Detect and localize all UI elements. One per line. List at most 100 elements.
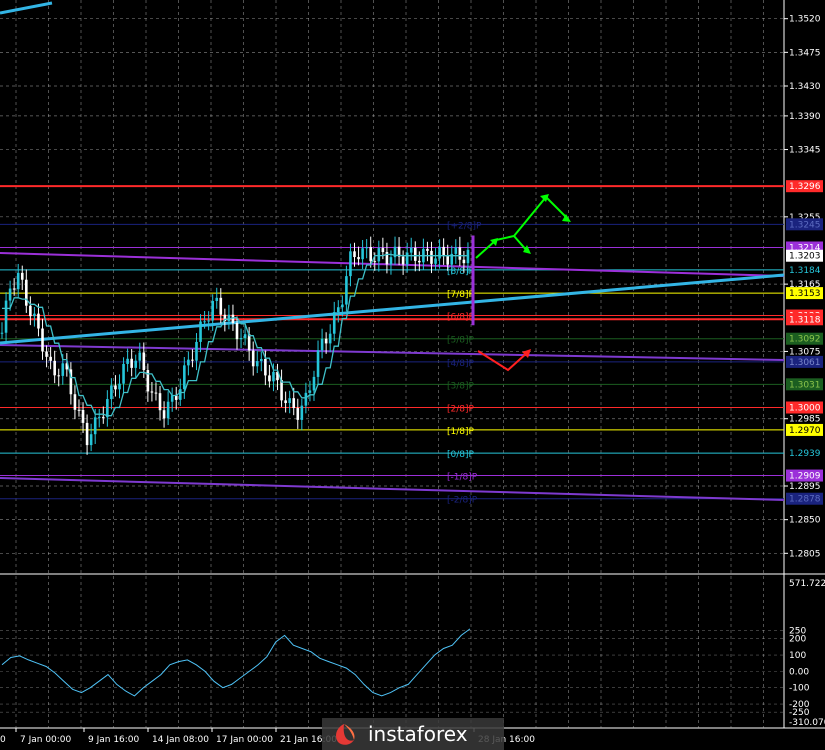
murrey-level-8-tag: 1.2970 (789, 426, 821, 436)
price-candle-body (413, 247, 417, 261)
price-candle-body (454, 247, 458, 254)
price-candle-body (118, 383, 121, 390)
price-candle-body (401, 256, 405, 265)
murrey-level-label: [1/8]P (447, 427, 475, 437)
price-candle-body (426, 248, 429, 251)
price-candle-body (264, 358, 267, 376)
price-candle-body (207, 320, 210, 322)
price-candle-body (312, 376, 316, 391)
price-candle-body (89, 434, 93, 446)
price-tick-label: 1.3520 (789, 15, 821, 25)
price-candle-body (49, 356, 52, 361)
price-tick-label: 1.2850 (789, 516, 821, 526)
cci-tick-label: 0.00 (789, 667, 809, 677)
price-candle-body (361, 248, 364, 260)
price-candle-body (296, 408, 300, 420)
price-candle-body (227, 314, 231, 321)
price-candle-body (8, 288, 12, 301)
price-candle-body (345, 276, 348, 305)
trend-lines[interactable] (0, 1, 785, 501)
price-candle-body (93, 417, 97, 435)
price-tick-label: 1.2895 (789, 482, 821, 492)
price-candle-body (162, 410, 166, 419)
price-candle-body (199, 321, 202, 342)
price-candle-body (77, 409, 81, 411)
cci-indicator: 571.72242502001000.00-100-200-250-310.07… (0, 579, 825, 728)
cci-tick-label: 571.7224 (789, 579, 825, 589)
price-candle-body (81, 409, 85, 423)
channel-mid-line (0, 344, 785, 361)
price-candle-body (0, 332, 4, 334)
price-candle-body (41, 328, 44, 352)
price-candle-body (191, 359, 194, 361)
price-candle-body (231, 314, 235, 323)
price-candle-body (292, 398, 296, 409)
price-candle-body (369, 247, 373, 262)
trend-support-line (0, 273, 785, 345)
murrey-level-5-tag: 1.3061 (789, 358, 821, 368)
murrey-level-6-tag: 1.3031 (789, 380, 821, 390)
cci-tick-label: -310.0707 (789, 718, 825, 728)
price-tick-label: 1.2805 (789, 549, 821, 559)
price-candle-body (341, 304, 344, 308)
price-candle-body (255, 361, 259, 367)
price-candle-body (442, 246, 445, 256)
price-candle-body (324, 338, 328, 344)
forecast-arrows (475, 194, 571, 372)
murrey-level-1-tag: 1.3184 (789, 266, 821, 276)
forecast-up-path (475, 195, 569, 259)
price-candle-body (405, 252, 409, 265)
price-candle-body (97, 416, 101, 418)
price-candle-body (33, 313, 36, 317)
price-candle-body (110, 385, 113, 400)
price-candle-body (438, 246, 441, 259)
murrey-level-label: [8/8]P (447, 267, 475, 277)
cci-tick-label: -250 (789, 708, 810, 718)
price-candle-body (247, 334, 251, 351)
trend-top-line (0, 1, 53, 15)
price-candle-body (235, 322, 239, 340)
price-candle-body (142, 352, 146, 371)
murrey-levels: [+2/8]P [8/8]P [7/8]P [6/8]P [5/8]P [4/8]P [3/… (0, 185, 784, 506)
price-tick-label: 1.2985 (789, 415, 821, 425)
time-tick-label: 7 Jan 00:00 (20, 735, 72, 745)
murrey-level-11-tag: 1.2878 (789, 495, 821, 505)
price-candle-body (150, 391, 154, 393)
price-candle-body (178, 389, 182, 400)
price-candle-body (332, 312, 336, 334)
price-candle-body (377, 248, 381, 262)
price-candle-body (170, 395, 174, 402)
murrey-level-10-tag: 1.2909 (789, 472, 821, 482)
price-candle-body (239, 338, 243, 340)
price-axis: 1.35201.34751.34301.33901.33451.32551.31… (784, 15, 823, 559)
price-candle-body (349, 251, 352, 277)
price-candle-body (126, 358, 129, 364)
price-candle-body (308, 390, 312, 393)
price-candle-body (101, 416, 105, 418)
price-candle-body (195, 341, 198, 361)
price-candle-body (316, 350, 320, 377)
price-candle-body (251, 350, 255, 367)
price-candle-body (446, 255, 449, 265)
price-candle-body (106, 399, 109, 418)
instaforex-watermark: instaforex (322, 718, 504, 750)
price-candle-body (25, 279, 28, 306)
price-candle-body (61, 363, 65, 376)
extra-level-1-tag: 1.3118 (789, 315, 821, 325)
price-candle-body (53, 360, 56, 376)
murrey-level-label: [+2/8]P (447, 221, 482, 231)
channel-upper-line (0, 252, 785, 277)
price-candle-body (187, 359, 190, 366)
time-tick-label: 9 Jan 16:00 (88, 735, 140, 745)
price-candle-body (357, 257, 360, 260)
price-candle-body (4, 300, 8, 333)
murrey-level-label: [0/8]P (447, 450, 475, 460)
murrey-level-label: [4/8]P (447, 359, 475, 369)
price-candle-body (280, 380, 283, 401)
murrey-level-label: [5/8]P (447, 336, 475, 346)
price-candle-body (45, 351, 48, 357)
price-candle-body (138, 352, 142, 361)
price-candle-body (353, 251, 356, 258)
chart-canvas[interactable]: [+2/8]P [8/8]P [7/8]P [6/8]P [5/8]P [4/8]P [3/… (0, 0, 825, 750)
price-candle-body (114, 385, 117, 390)
